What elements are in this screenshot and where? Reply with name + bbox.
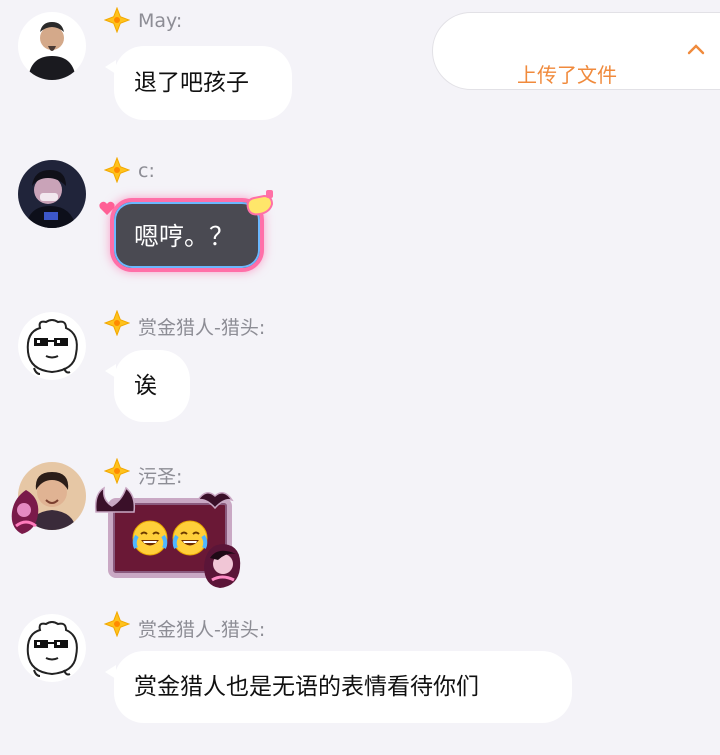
sender-name: May: (138, 10, 183, 32)
message-text: 嗯哼。？ (134, 222, 235, 251)
horns-decoration-icon (94, 486, 136, 513)
message-text: 退了吧孩子 (134, 69, 249, 96)
message-bubble[interactable]: 赏金猎人也是无语的表情看待你们 (105, 651, 572, 723)
sunglasses-bear-icon (18, 614, 86, 682)
message-bubble[interactable]: 退了吧孩子 (105, 46, 292, 120)
chat-message-list: May: 退了吧孩子 上传了文件 c: 嗯哼。？ 赏金猎人-猎头: 诶 污圣: … (0, 0, 720, 755)
star-badge-icon (104, 7, 130, 33)
chevron-up-icon[interactable] (687, 43, 705, 55)
sender-name: 赏金猎人-猎头: (138, 317, 266, 339)
message-bubble[interactable]: 嗯哼。？ (110, 198, 264, 272)
star-badge-icon (104, 310, 130, 336)
avatar-frame-decoration-icon (11, 490, 39, 534)
bottle-icon (246, 190, 274, 216)
heart-icon (99, 201, 115, 215)
crying-laughing-emoji-icon (132, 520, 168, 556)
sunglasses-bear-icon (18, 312, 86, 380)
character-decoration-icon (204, 544, 241, 588)
star-badge-icon (104, 458, 130, 484)
star-badge-icon (104, 157, 130, 183)
message-bubble[interactable]: 诶 (105, 350, 190, 422)
avatar[interactable] (18, 12, 86, 80)
upload-notice-label: 上传了文件 (517, 63, 617, 87)
avatar[interactable] (18, 160, 86, 228)
avatar[interactable] (18, 312, 86, 380)
avatar-photo-icon (18, 12, 86, 80)
star-badge-icon (104, 611, 130, 637)
message-text: 诶 (134, 372, 157, 399)
sender-name: c: (138, 160, 155, 182)
sender-name: 污圣: (138, 466, 183, 488)
bat-decoration-icon (196, 492, 234, 510)
message-text: 赏金猎人也是无语的表情看待你们 (134, 673, 479, 700)
upload-notice[interactable]: 上传了文件 (432, 12, 720, 90)
avatar[interactable] (18, 614, 86, 682)
avatar-photo-icon (18, 160, 86, 228)
sender-name: 赏金猎人-猎头: (138, 619, 266, 641)
